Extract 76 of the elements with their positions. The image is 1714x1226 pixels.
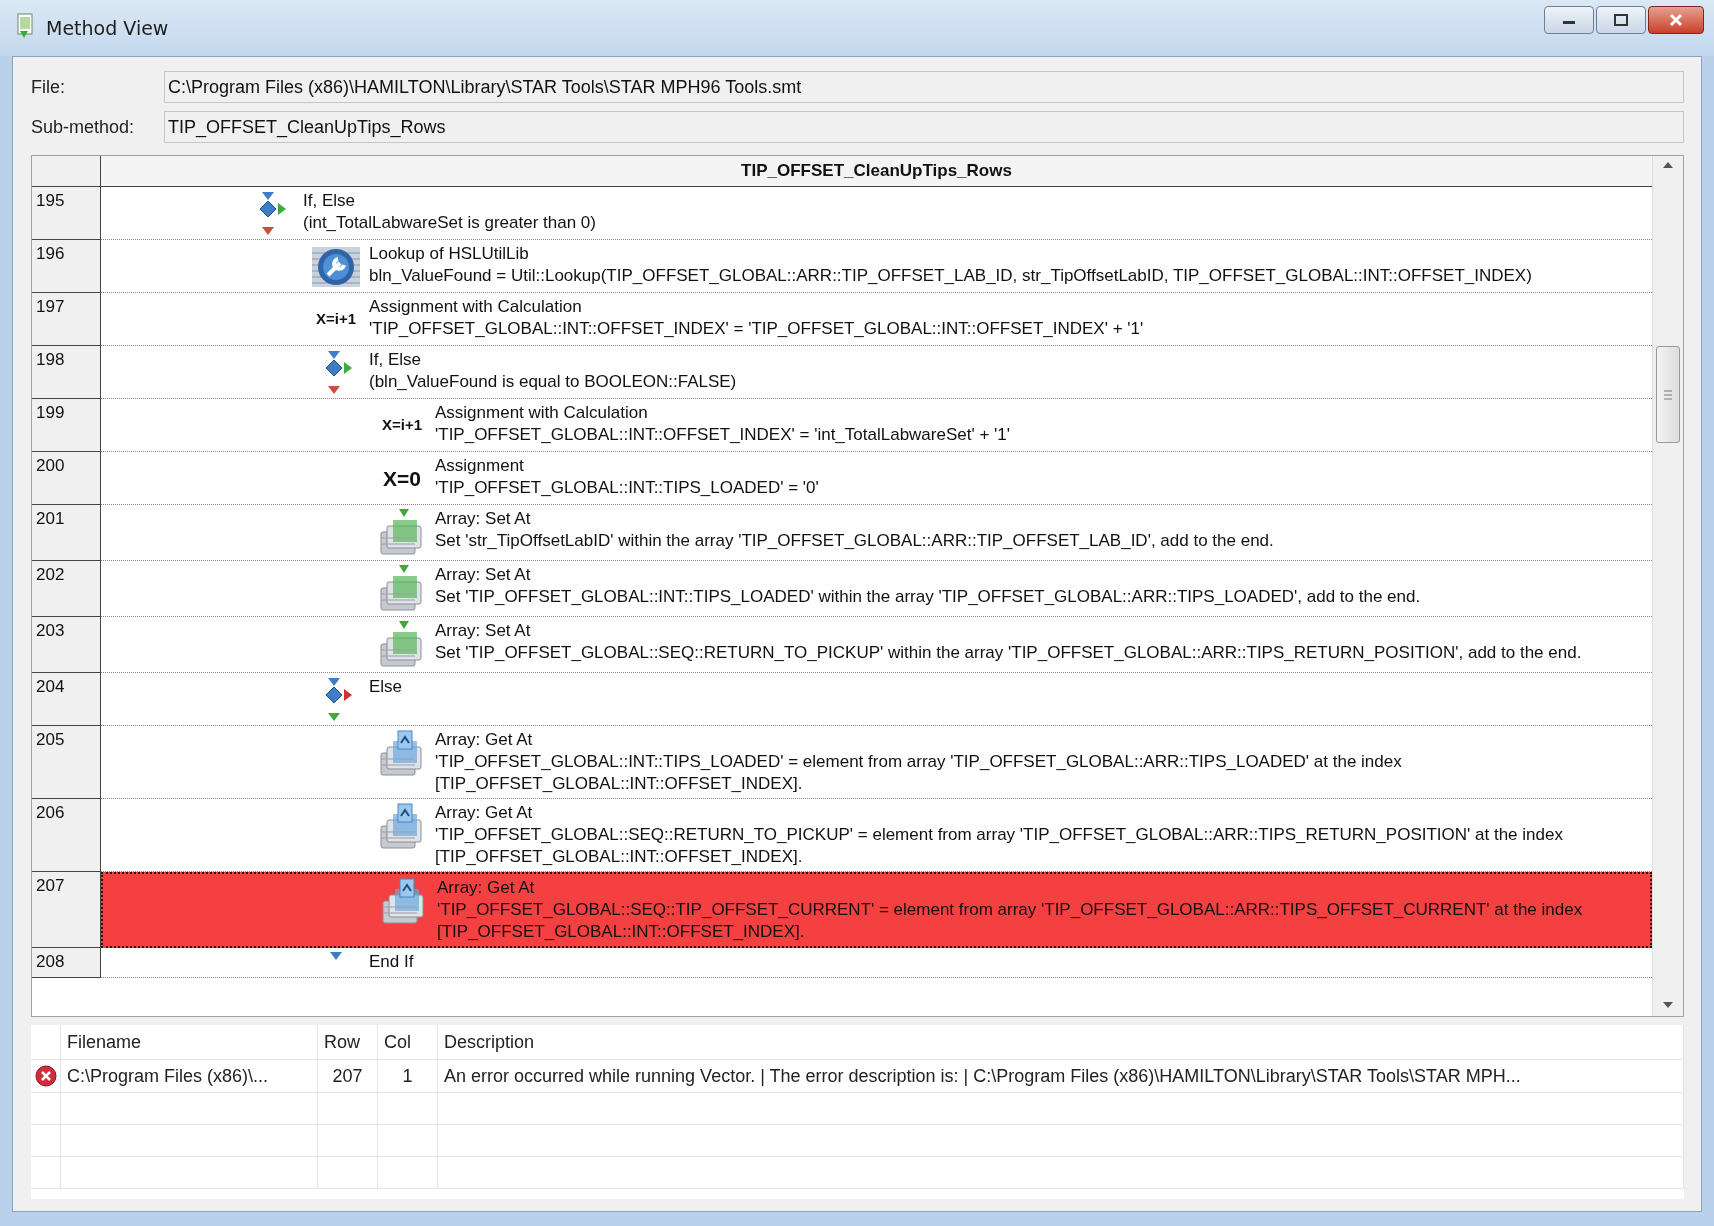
- maximize-button[interactable]: [1596, 6, 1646, 34]
- step-title: Assignment with Calculation: [435, 402, 649, 424]
- line-number: 200: [36, 456, 66, 476]
- step-title: Array: Get At: [435, 729, 534, 751]
- column-header[interactable]: Filename: [61, 1025, 318, 1060]
- step-row[interactable]: 201 Array: Set At Set 'str_TipOffsetLabID' within the array 'TIP_OFFSET_GLOBAL::ARR::TIP_OFFSET_LAB_ID', add to the end.: [32, 505, 1652, 561]
- step-detail: bln_ValueFound = Util::Lookup(TIP_OFFSET_GLOBAL::ARR::TIP_OFFSET_LAB_ID, str_TipOffsetLabID, TIP_OFFSET_GLOBAL::INT::OFFSET_INDEX): [369, 265, 1533, 287]
- step-detail: 'TIP_OFFSET_GLOBAL::INT::TIPS_LOADED' = element from array 'TIP_OFFSET_GLOBAL::ARR::TIPS_LOADED' at the index [TIP_OFFSET_GLOBAL::INT::OFFSET_INDEX].: [435, 751, 1403, 795]
- step-detail: 'TIP_OFFSET_GLOBAL::INT::OFFSET_INDEX' = 'TIP_OFFSET_GLOBAL::INT::OFFSET_INDEX' + '1': [369, 318, 1145, 340]
- formula-icon: X=i+1: [315, 310, 356, 327]
- field-label: File:: [31, 76, 66, 98]
- minimize-button[interactable]: [1544, 6, 1594, 34]
- step-detail: (bln_ValueFound is equal to BOOLEON::FALSE): [369, 371, 738, 393]
- close-icon: [1668, 13, 1684, 27]
- line-number: 201: [36, 509, 66, 529]
- line-number: 208: [36, 952, 66, 972]
- line-number: 196: [36, 244, 66, 264]
- read-only-field[interactable]: C:\Program Files (x86)\HAMILTON\Library\STAR Tools\STAR MPH96 Tools.smt: [164, 71, 1684, 103]
- line-number: 206: [36, 803, 66, 823]
- field-label: Sub-method:: [31, 116, 136, 138]
- scroll-thumb[interactable]: [1656, 346, 1680, 443]
- step-row[interactable]: 204 Else: [32, 673, 1652, 726]
- step-detail: 'TIP_OFFSET_GLOBAL::INT::TIPS_LOADED' = '0': [435, 477, 820, 499]
- step-row[interactable]: 202 Array: Set At Set 'TIP_OFFSET_GLOBAL::INT::TIPS_LOADED' within the array 'TIP_OFFSET_GLOBAL::ARR::TIPS_LOADED', add to the end.: [32, 561, 1652, 617]
- column-header[interactable]: Col: [378, 1025, 438, 1060]
- step-detail: 'TIP_OFFSET_GLOBAL::SEQ::RETURN_TO_PICKUP' = element from array 'TIP_OFFSET_GLOBAL::ARR::TIPS_RETURN_POSITION' at the index [TIP_OFFSET_GLOBAL::INT::OFFSET_INDEX].: [435, 824, 1564, 868]
- step-detail: Set 'str_TipOffsetLabID' within the array 'TIP_OFFSET_GLOBAL::ARR::TIP_OFFSET_LAB_ID', add to the end.: [435, 530, 1275, 552]
- step-detail: 'TIP_OFFSET_GLOBAL::INT::OFFSET_INDEX' = 'int_TotalLabwareSet' + '1': [435, 424, 1012, 446]
- step-row[interactable]: 208 End If: [32, 948, 1652, 978]
- step-title: Array: Get At: [437, 877, 536, 899]
- step-detail: (int_TotalLabwareSet is greater than 0): [303, 212, 597, 234]
- line-number: 197: [36, 297, 66, 317]
- line-number: 198: [36, 350, 66, 370]
- step-title: If, Else: [303, 190, 356, 212]
- step-title: Assignment: [435, 455, 525, 477]
- document-icon: [16, 13, 36, 39]
- step-row[interactable]: 200 X=0 Assignment 'TIP_OFFSET_GLOBAL::INT::TIPS_LOADED' = '0': [32, 452, 1652, 505]
- close-button[interactable]: [1648, 6, 1704, 34]
- step-detail: 'TIP_OFFSET_GLOBAL::SEQ::TIP_OFFSET_CURRENT' = element from array 'TIP_OFFSET_GLOBAL::ARR::TIPS_OFFSET_CURRENT' at the index [TIP_OFFSET_GLOBAL::INT::OFFSET_INDEX].: [437, 899, 1584, 943]
- formula-icon: X=0: [383, 467, 421, 491]
- line-number: 205: [36, 730, 66, 750]
- window-title: Method View: [46, 17, 170, 39]
- step-title: Else: [369, 676, 404, 698]
- line-number: 199: [36, 403, 66, 423]
- maximize-icon: [1613, 13, 1629, 27]
- line-number: 195: [36, 191, 66, 211]
- step-row[interactable]: 203 Array: Set At Set 'TIP_OFFSET_GLOBAL::SEQ::RETURN_TO_PICKUP' within the array 'TIP_OFFSET_GLOBAL::ARR::TIPS_RETURN_POSITION', add to the end.: [32, 617, 1652, 673]
- step-row[interactable]: 197 X=i+1 Assignment with Calculation 'TIP_OFFSET_GLOBAL::INT::OFFSET_INDEX' = 'TIP_OFFSET_GLOBAL::INT::OFFSET_INDEX' + '1': [32, 293, 1652, 346]
- step-detail: Set 'TIP_OFFSET_GLOBAL::SEQ::RETURN_TO_PICKUP' within the array 'TIP_OFFSET_GLOBAL::ARR::TIPS_RETURN_POSITION', add to the end.: [435, 642, 1583, 664]
- step-title: Array: Set At: [435, 508, 532, 530]
- step-title: End If: [369, 951, 415, 973]
- grip-icon: [1663, 388, 1673, 401]
- step-row[interactable]: 198 If, Else (bln_ValueFound is equal to BOOLEON::FALSE): [32, 346, 1652, 399]
- step-title: Array: Get At: [435, 802, 534, 824]
- step-row[interactable]: 195 If, Else (int_TotalLabwareSet is greater than 0): [32, 187, 1652, 240]
- step-row[interactable]: 199 X=i+1 Assignment with Calculation 'TIP_OFFSET_GLOBAL::INT::OFFSET_INDEX' = 'int_TotalLabwareSet' + '1': [32, 399, 1652, 452]
- end-if-icon: [329, 951, 343, 961]
- step-title: Array: Set At: [435, 620, 532, 642]
- step-title: Assignment with Calculation: [369, 296, 583, 318]
- column-header[interactable]: Row: [318, 1025, 378, 1060]
- grid-header: TIP_OFFSET_CleanUpTips_Rows: [101, 156, 1652, 186]
- line-number: 207: [36, 876, 66, 896]
- step-title: If, Else: [369, 349, 422, 371]
- read-only-field[interactable]: TIP_OFFSET_CleanUpTips_Rows: [164, 111, 1684, 143]
- step-row[interactable]: 205 Array: Get At 'TIP_OFFSET_GLOBAL::INT::TIPS_LOADED' = element from array 'TIP_OFFSET_GLOBAL::ARR::TIPS_LOADED' at the index [TIP_OFFSET_GLOBAL::INT::OFFSET_INDEX].: [32, 726, 1652, 799]
- formula-icon: X=i+1: [381, 416, 422, 433]
- error-icon: [34, 1065, 57, 1087]
- line-number: 203: [36, 621, 66, 641]
- line-number: 204: [36, 677, 66, 697]
- line-number: 202: [36, 565, 66, 585]
- step-title: Lookup of HSLUtilLib: [369, 243, 530, 265]
- step-title: Array: Set At: [435, 564, 532, 586]
- scrollbar[interactable]: [1652, 156, 1683, 1016]
- step-row[interactable]: 196 Lookup of HSLUtilLib bln_ValueFound = Util::Lookup(TIP_OFFSET_GLOBAL::ARR::TIP_OFFSET_LAB_ID, str_TipOffsetLabID, TIP_OFFSET_GLOBAL::INT::OFFSET_INDEX): [32, 240, 1652, 293]
- step-detail: Set 'TIP_OFFSET_GLOBAL::INT::TIPS_LOADED' within the array 'TIP_OFFSET_GLOBAL::ARR::TIPS_LOADED', add to the end.: [435, 586, 1422, 608]
- column-header[interactable]: Description: [438, 1025, 1684, 1060]
